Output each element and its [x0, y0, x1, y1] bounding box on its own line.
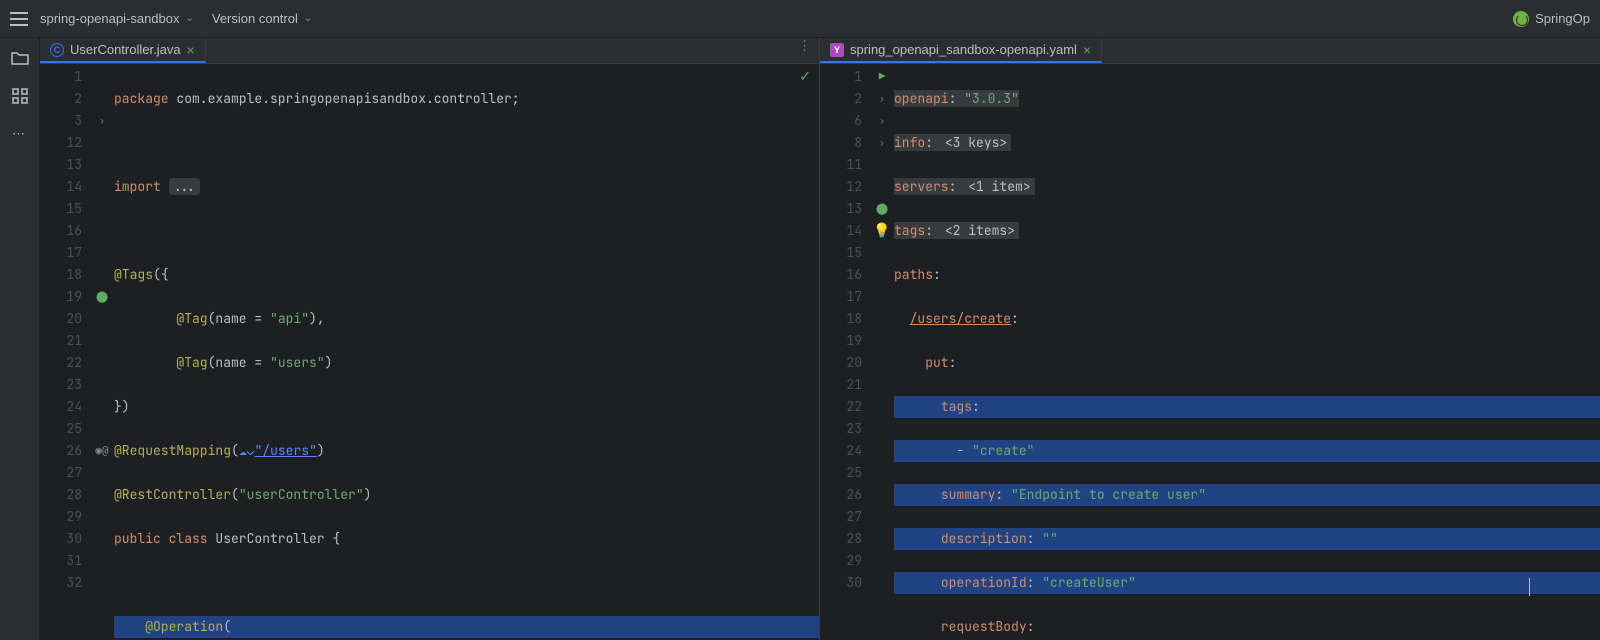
tab-openapi-yaml[interactable]: Y spring_openapi_sandbox-openapi.yaml × — [820, 38, 1102, 63]
run-config-label: SpringOp — [1535, 11, 1590, 26]
project-name: spring-openapi-sandbox — [40, 11, 179, 26]
structure-tool-icon[interactable] — [10, 86, 30, 106]
project-tool-icon[interactable] — [10, 48, 30, 68]
tab-label: spring_openapi_sandbox-openapi.yaml — [850, 42, 1077, 57]
text-cursor — [1529, 578, 1530, 596]
gutter-icons: ›⬤◉@ — [90, 64, 114, 640]
tab-label: UserController.java — [70, 42, 181, 57]
code-editor[interactable]: openapi: "3.0.3" info: <3 keys> servers:… — [894, 64, 1600, 640]
chevron-down-icon: ⌄ — [185, 13, 193, 24]
close-icon[interactable]: × — [187, 42, 195, 58]
project-dropdown[interactable]: spring-openapi-sandbox ⌄ — [40, 11, 194, 26]
chevron-down-icon: ⌄ — [304, 13, 312, 24]
endpoint-icon: ◉@ — [95, 440, 108, 462]
version-control-label: Version control — [212, 11, 298, 26]
intention-bulb-icon: 💡 — [873, 220, 890, 242]
run-config-selector[interactable]: SpringOp — [1513, 11, 1590, 27]
java-file-icon: C — [50, 43, 64, 57]
override-icon: ⬤ — [96, 286, 108, 308]
gutter-icons: ▶›››⬤💡 — [870, 64, 894, 640]
line-gutter: 1268111213141516171819202122232425262728… — [820, 64, 870, 640]
yaml-file-icon: Y — [830, 43, 844, 57]
code-editor[interactable]: package com.example.springopenapisandbox… — [114, 64, 819, 640]
line-gutter: 1231213141516171819202122232425262728293… — [40, 64, 90, 640]
close-icon[interactable]: × — [1083, 42, 1091, 58]
run-icon: ▶ — [879, 66, 886, 88]
version-control-dropdown[interactable]: Version control ⌄ — [212, 11, 312, 26]
endpoint-icon: ⬤ — [876, 198, 888, 220]
hamburger-menu[interactable] — [10, 12, 28, 26]
more-tool-icon[interactable]: ⋯ — [10, 124, 30, 144]
inspection-ok-icon[interactable]: ✓ — [799, 68, 811, 85]
spring-icon — [1513, 11, 1529, 27]
tabs-menu-icon[interactable]: ⋮ — [790, 38, 819, 63]
tab-usercontroller[interactable]: C UserController.java × — [40, 38, 206, 63]
